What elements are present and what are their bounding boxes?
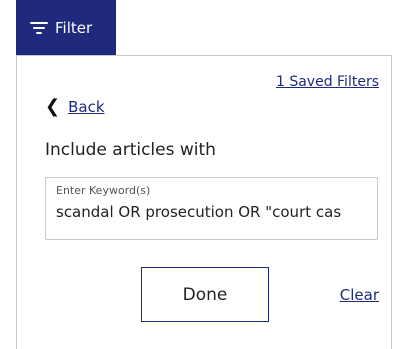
chevron-left-icon: ❮	[45, 96, 61, 117]
filter-tab-label: Filter	[55, 18, 93, 37]
done-button[interactable]: Done	[141, 267, 269, 322]
back-label: Back	[68, 98, 105, 116]
saved-filters-link[interactable]: 1 Saved Filters	[276, 74, 379, 90]
filter-lines-icon	[30, 20, 48, 35]
back-link[interactable]: ❮ Back	[45, 96, 105, 117]
filter-panel: 1 Saved Filters ❮ Back Include articles …	[16, 55, 392, 349]
keyword-field-label: Enter Keyword(s)	[56, 184, 151, 197]
section-title: Include articles with	[45, 140, 216, 160]
filter-page: Filter 1 Saved Filters ❮ Back Include ar…	[0, 0, 408, 349]
clear-link[interactable]: Clear	[340, 286, 379, 304]
keyword-field-value[interactable]: scandal OR prosecution OR "court cas	[56, 203, 367, 221]
keyword-input[interactable]: Enter Keyword(s) scandal OR prosecution …	[45, 177, 378, 240]
filter-tab[interactable]: Filter	[16, 0, 116, 55]
